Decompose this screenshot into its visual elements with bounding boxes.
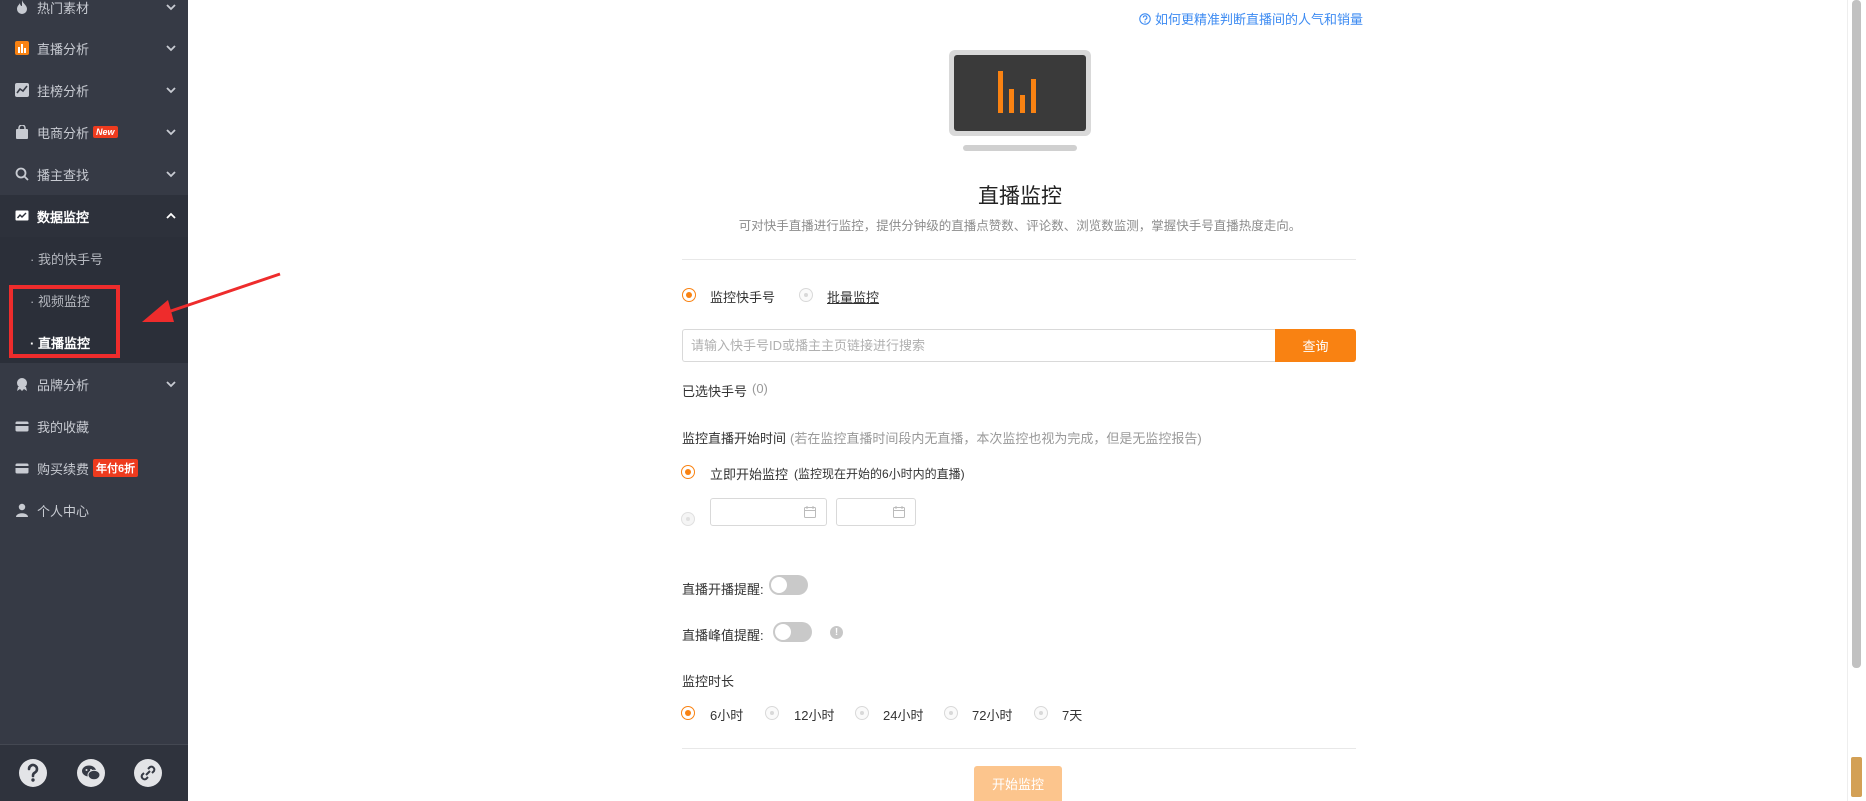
sidebar-footer xyxy=(0,744,188,801)
radio-duration-24h[interactable] xyxy=(855,706,869,720)
monitor-chart-icon xyxy=(15,209,29,223)
sidebar-item-hot-materials[interactable]: 热门素材 xyxy=(0,0,188,28)
calendar-icon xyxy=(804,506,816,518)
help-link[interactable]: 如何更精准判断直播间的人气和销量 xyxy=(1139,9,1363,28)
scrollbar-thumb[interactable] xyxy=(1852,0,1861,668)
sidebar-item-label: 购买续费 xyxy=(37,461,90,477)
scrollbar-grip[interactable] xyxy=(1851,757,1862,797)
sidebar-item-ranking-analysis[interactable]: 挂榜分析 xyxy=(0,69,188,111)
selected-accounts-count: (0) xyxy=(752,381,768,396)
shopping-bag-icon xyxy=(15,125,29,139)
link-icon[interactable] xyxy=(134,759,162,787)
sidebar-item-streamer-search[interactable]: 播主查找 xyxy=(0,153,188,195)
start-now-note: (监控现在开始的6小时内的直播) xyxy=(794,467,965,481)
page-title: 直播监控 xyxy=(978,185,1062,208)
subitem-my-kuaishou[interactable]: · 我的快手号 xyxy=(30,237,103,279)
wechat-icon[interactable] xyxy=(77,759,105,787)
calendar-icon xyxy=(893,506,905,518)
sidebar-item-label: 直播分析 xyxy=(37,41,90,57)
search-input[interactable] xyxy=(682,329,1275,362)
end-date-picker[interactable] xyxy=(836,498,916,526)
radio-monitor-account-label: 监控快手号 xyxy=(710,290,776,305)
help-link-text: 如何更精准判断直播间的人气和销量 xyxy=(1155,12,1364,27)
selected-accounts-label: 已选快手号 xyxy=(682,384,748,399)
sidebar-item-label: 挂榜分析 xyxy=(37,83,90,99)
radio-duration-72h[interactable] xyxy=(944,706,958,720)
new-badge: New xyxy=(93,126,118,138)
sidebar-item-label: 播主查找 xyxy=(37,167,90,183)
live-monitor-hero-icon xyxy=(949,50,1091,151)
radio-duration-6h[interactable] xyxy=(681,706,695,720)
sidebar-item-label: 电商分析 xyxy=(37,125,90,141)
sidebar-item-my-favorites[interactable]: 我的收藏 xyxy=(0,405,188,447)
trend-chart-icon xyxy=(15,83,29,97)
start-time-label: 监控直播开始时间 xyxy=(682,431,787,446)
radio-monitor-account[interactable] xyxy=(682,288,696,302)
sidebar-item-live-analysis[interactable]: 直播分析 xyxy=(0,27,188,69)
chevron-down-icon xyxy=(166,171,176,178)
sidebar-item-label: 我的收藏 xyxy=(37,419,90,435)
sidebar-item-label: 热门素材 xyxy=(37,0,90,16)
question-circle-icon xyxy=(1139,12,1151,25)
duration-12h-label: 12小时 xyxy=(794,708,835,723)
start-time-note: (若在监控直播时间段内无直播，本次监控也视为完成，但是无监控报告) xyxy=(790,431,1202,446)
duration-72h-label: 72小时 xyxy=(972,708,1013,723)
sidebar-item-label: 品牌分析 xyxy=(37,377,90,393)
sidebar-item-personal-center[interactable]: 个人中心 xyxy=(0,489,188,531)
radio-batch-monitor[interactable] xyxy=(799,288,813,302)
search-button[interactable]: 查询 xyxy=(1275,329,1356,362)
annotation-highlight-box xyxy=(9,285,120,358)
duration-label: 监控时长 xyxy=(682,674,735,689)
sidebar-item-purchase-renew[interactable]: 购买续费 年付6折 xyxy=(0,447,188,489)
duration-7d-label: 7天 xyxy=(1062,708,1083,723)
start-date-picker[interactable] xyxy=(710,498,827,526)
sidebar-item-ecommerce-analysis[interactable]: 电商分析 New xyxy=(0,111,188,153)
sidebar-item-data-monitoring[interactable]: 数据监控 xyxy=(0,195,188,237)
divider xyxy=(682,748,1356,749)
chevron-down-icon xyxy=(166,129,176,136)
brand-icon xyxy=(15,377,29,391)
chevron-down-icon xyxy=(166,4,176,11)
radio-start-now-label: 立即开始监控 xyxy=(710,467,789,482)
radio-custom-time[interactable] xyxy=(681,512,695,526)
chevron-down-icon xyxy=(166,87,176,94)
card-icon xyxy=(15,419,29,433)
chevron-down-icon xyxy=(166,45,176,52)
chevron-down-icon xyxy=(166,381,176,388)
sidebar-item-label: 数据监控 xyxy=(37,209,90,225)
bar-chart-icon xyxy=(15,41,29,55)
sidebar-item-brand-analysis[interactable]: 品牌分析 xyxy=(0,363,188,405)
live-start-reminder-label: 直播开播提醒: xyxy=(682,582,764,597)
peak-reminder-label: 直播峰值提醒: xyxy=(682,628,764,643)
flame-icon xyxy=(15,0,29,14)
user-icon xyxy=(15,503,29,517)
page-description: 可对快手直播进行监控，提供分钟级的直播点赞数、评论数、浏览数监测，掌握快手号直播… xyxy=(738,219,1302,233)
chevron-up-icon xyxy=(166,212,176,219)
info-icon[interactable]: ! xyxy=(830,626,843,639)
radio-duration-7d[interactable] xyxy=(1034,706,1048,720)
sidebar: 热门素材 直播分析 挂榜分析 电商分析 New 播主查找 数据监控 · 我的快手… xyxy=(0,0,188,801)
discount-badge: 年付6折 xyxy=(93,459,139,477)
credit-card-icon xyxy=(15,461,29,475)
radio-start-now[interactable] xyxy=(681,465,695,479)
sidebar-item-label: 个人中心 xyxy=(37,503,90,519)
annotation-arrow-icon xyxy=(142,272,281,322)
radio-batch-monitor-label: 批量监控 xyxy=(827,290,880,305)
duration-6h-label: 6小时 xyxy=(710,708,744,723)
start-monitoring-button[interactable]: 开始监控 xyxy=(974,766,1062,801)
help-icon[interactable] xyxy=(19,759,47,787)
divider xyxy=(682,259,1356,260)
peak-reminder-toggle[interactable] xyxy=(773,622,812,642)
search-icon xyxy=(15,167,29,181)
duration-24h-label: 24小时 xyxy=(883,708,924,723)
page-scrollbar[interactable] xyxy=(1847,0,1866,801)
live-start-reminder-toggle[interactable] xyxy=(769,575,808,595)
radio-duration-12h[interactable] xyxy=(765,706,779,720)
